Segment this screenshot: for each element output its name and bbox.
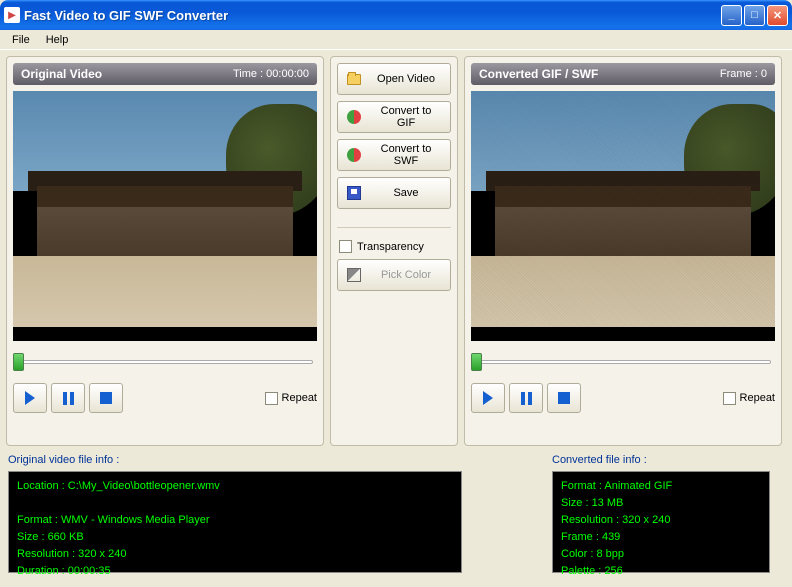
info-section: Original video file info : Converted fil… (0, 452, 792, 581)
convert-to-gif-button[interactable]: Convert to GIF (337, 101, 451, 133)
minimize-button[interactable]: _ (721, 5, 742, 26)
converted-stop-button[interactable] (547, 383, 581, 413)
original-seek-slider[interactable] (13, 351, 317, 373)
converted-info-box: Format : Animated GIF Size : 13 MB Resol… (552, 471, 770, 573)
save-button[interactable]: Save (337, 177, 451, 209)
original-repeat-label: Repeat (282, 392, 317, 404)
actions-panel: Open Video Convert to GIF Convert to SWF… (330, 56, 458, 446)
original-stop-button[interactable] (89, 383, 123, 413)
folder-open-icon (346, 71, 362, 87)
transparency-checkbox[interactable] (339, 240, 352, 253)
converted-repeat-checkbox[interactable] (723, 392, 736, 405)
convert-to-swf-button[interactable]: Convert to SWF (337, 139, 451, 171)
converted-play-button[interactable] (471, 383, 505, 413)
play-icon (25, 391, 35, 405)
divider (337, 227, 451, 228)
transparency-row: Transparency (337, 240, 451, 253)
converted-repeat-label: Repeat (740, 392, 775, 404)
app-icon: ▶ (4, 7, 20, 23)
original-repeat-checkbox[interactable] (265, 392, 278, 405)
original-header: Original Video Time : 00:00:00 (13, 63, 317, 85)
time-label: Time : 00:00:00 (233, 68, 309, 80)
convert-gif-icon (346, 109, 362, 125)
converted-preview (471, 91, 775, 341)
open-video-button[interactable]: Open Video (337, 63, 451, 95)
original-play-button[interactable] (13, 383, 47, 413)
converted-title: Converted GIF / SWF (479, 67, 598, 81)
original-video-preview (13, 91, 317, 341)
converted-repeat: Repeat (723, 392, 775, 405)
close-button[interactable]: ✕ (767, 5, 788, 26)
play-icon (483, 391, 493, 405)
converted-info-label: Converted file info : (552, 454, 770, 466)
converted-pause-button[interactable] (509, 383, 543, 413)
menubar: File Help (0, 30, 792, 50)
pause-icon (521, 392, 532, 405)
original-pause-button[interactable] (51, 383, 85, 413)
original-video-panel: Original Video Time : 00:00:00 Repeat (6, 56, 324, 446)
original-repeat: Repeat (265, 392, 317, 405)
transparency-label: Transparency (357, 241, 424, 253)
maximize-button[interactable]: □ (744, 5, 765, 26)
color-picker-icon (346, 267, 362, 283)
menu-file[interactable]: File (4, 32, 38, 48)
original-info-label: Original video file info : (8, 454, 462, 466)
convert-swf-icon (346, 147, 362, 163)
menu-help[interactable]: Help (38, 32, 77, 48)
converted-header: Converted GIF / SWF Frame : 0 (471, 63, 775, 85)
window-title: Fast Video to GIF SWF Converter (24, 8, 721, 23)
original-controls: Repeat (13, 383, 317, 413)
titlebar: ▶ Fast Video to GIF SWF Converter _ □ ✕ (0, 0, 792, 30)
original-title: Original Video (21, 67, 102, 81)
main-content: Original Video Time : 00:00:00 Repeat Op… (0, 50, 792, 452)
original-info-box: Location : C:\My_Video\bottleopener.wmv … (8, 471, 462, 573)
stop-icon (100, 392, 112, 404)
pick-color-button[interactable]: Pick Color (337, 259, 451, 291)
stop-icon (558, 392, 570, 404)
save-icon (346, 185, 362, 201)
converted-panel: Converted GIF / SWF Frame : 0 Repeat (464, 56, 782, 446)
converted-controls: Repeat (471, 383, 775, 413)
converted-seek-slider[interactable] (471, 351, 775, 373)
pause-icon (63, 392, 74, 405)
window-controls: _ □ ✕ (721, 5, 788, 26)
frame-label: Frame : 0 (720, 68, 767, 80)
